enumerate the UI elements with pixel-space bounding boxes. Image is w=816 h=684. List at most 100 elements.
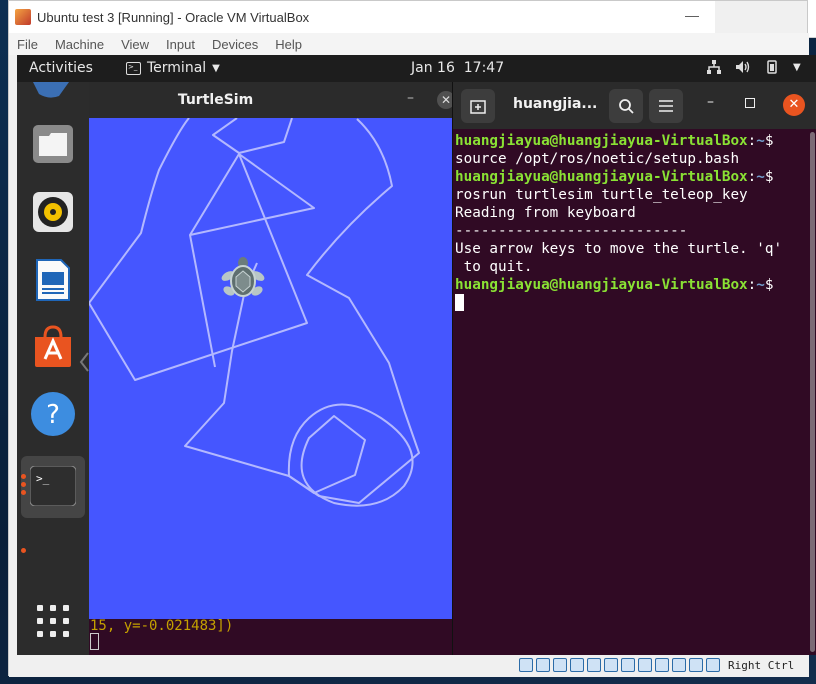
turtle-path [88, 117, 420, 507]
menu-view[interactable]: View [121, 37, 149, 52]
menu-icon [659, 100, 673, 112]
prompt-path: ~ [756, 277, 765, 293]
apps-grid-icon [37, 605, 69, 637]
network-icon [707, 60, 721, 74]
volume-icon [736, 61, 750, 73]
terminal-line: Use arrow keys to move the turtle. 'q' [455, 241, 783, 257]
terminal-minimize-button[interactable]: – [707, 94, 714, 110]
background-terminal-cursor [90, 633, 99, 650]
terminal-scrollbar[interactable] [810, 132, 815, 652]
show-applications-button[interactable] [29, 597, 77, 645]
host-key-label: Right Ctrl [728, 659, 795, 672]
prompt-path: ~ [756, 133, 765, 149]
menu-input[interactable]: Input [166, 37, 195, 52]
search-button[interactable] [609, 89, 643, 123]
usb-icon[interactable] [587, 658, 601, 672]
vbox-window-title: Ubuntu test 3 [Running] - Oracle VM Virt… [37, 9, 310, 25]
vbox-minimize-button[interactable]: — [685, 7, 699, 23]
vbox-status-bar: Right Ctrl [9, 655, 809, 677]
background-terminal-output: 15, y=-0.021483]) [90, 618, 234, 634]
optical-drive-icon[interactable] [536, 658, 550, 672]
running-indicator [21, 490, 26, 495]
chevron-down-icon: ▼ [212, 62, 220, 74]
audio-icon[interactable] [553, 658, 567, 672]
virtualbox-logo-icon [15, 9, 31, 25]
cpu-icon[interactable] [655, 658, 669, 672]
prompt-user: huangjiayua@huangjiayua-VirtualBox [455, 169, 748, 185]
terminal-dock-icon[interactable]: >_ [29, 462, 77, 510]
turtlesim-title: TurtleSim [177, 92, 254, 108]
mouse-integration-icon[interactable] [672, 658, 686, 672]
prompt-sep: : [747, 169, 757, 185]
document-icon [36, 259, 70, 301]
prompt-symbol: $ [764, 169, 774, 185]
prompt-sep: : [747, 133, 757, 149]
hamburger-menu-button[interactable] [649, 89, 683, 123]
turtlesim-canvas [88, 117, 452, 619]
clock-date: Jan 16 [411, 60, 455, 76]
vbox-menubar: File Machine View Input Devices Help [9, 33, 809, 55]
activities-button[interactable]: Activities [29, 60, 93, 76]
turtlesim-titlebar[interactable]: TurtleSim – ✕ [89, 82, 455, 118]
folder-icon [33, 125, 73, 163]
menu-machine[interactable]: Machine [55, 37, 104, 52]
gnome-top-bar: Activities >_ Terminal ▼ Jan 16 17:47 ▼ [17, 55, 816, 82]
system-tray[interactable]: ▼ [707, 60, 801, 74]
menu-devices[interactable]: Devices [212, 37, 258, 52]
network-status-icon[interactable] [570, 658, 584, 672]
thunderbird-icon[interactable] [29, 82, 77, 98]
terminal-line: huangjiayua@huangjiayua-VirtualBox:~$ [455, 168, 807, 186]
clock[interactable]: Jan 16 17:47 [411, 60, 504, 76]
terminal-headerbar[interactable]: huangjia... – ✕ [453, 82, 816, 129]
guest-screen: Activities >_ Terminal ▼ Jan 16 17:47 ▼ … [17, 55, 816, 655]
terminal-maximize-button[interactable] [745, 98, 755, 108]
prompt-symbol: $ [764, 133, 774, 149]
turtlesim-minimize-button[interactable]: – [407, 90, 414, 106]
recording-icon[interactable] [638, 658, 652, 672]
display-icon[interactable] [621, 658, 635, 672]
vbox-status-icons [519, 658, 720, 672]
menu-help[interactable]: Help [275, 37, 302, 52]
hard-disk-icon[interactable] [519, 658, 533, 672]
files-icon[interactable] [29, 120, 77, 168]
help-icon[interactable]: ? [29, 390, 77, 438]
menu-file[interactable]: File [17, 37, 38, 52]
new-tab-button[interactable] [461, 89, 495, 123]
host-key-arrow-icon[interactable] [706, 658, 720, 672]
virtualbox-window: Ubuntu test 3 [Running] - Oracle VM Virt… [8, 0, 816, 677]
app-menu[interactable]: >_ Terminal ▼ [126, 60, 220, 76]
running-indicator [21, 482, 26, 487]
terminal-line: huangjiayua@huangjiayua-VirtualBox:~$ [455, 132, 807, 150]
turtle-icon [221, 257, 265, 297]
keyboard-icon[interactable] [689, 658, 703, 672]
svg-text:>_: >_ [36, 472, 50, 485]
software-icon[interactable] [29, 323, 77, 371]
new-tab-icon [470, 100, 486, 114]
terminal-icon: >_ [126, 61, 141, 75]
writer-icon[interactable] [29, 256, 77, 304]
terminal-line: source /opt/ros/noetic/setup.bash [455, 151, 740, 167]
app-menu-label: Terminal [147, 60, 207, 76]
running-indicator [21, 474, 26, 479]
shared-folders-icon[interactable] [604, 658, 618, 672]
prompt-symbol: $ [764, 277, 774, 293]
terminal-icon: >_ [30, 466, 76, 506]
terminal-line: Reading from keyboard [455, 205, 636, 221]
dock: ? >_ [17, 82, 89, 655]
terminal-line: --------------------------- [455, 223, 688, 239]
terminal-line [455, 294, 807, 313]
chevron-down-icon: ▼ [793, 61, 801, 73]
speaker-icon [33, 192, 73, 232]
question-mark-icon: ? [31, 392, 75, 436]
battery-icon [767, 60, 777, 74]
svg-text:?: ? [46, 400, 60, 430]
terminal-cursor [455, 294, 464, 311]
terminal-window: huangjia... – ✕ huangjiayua@huangjiayua-… [452, 82, 816, 655]
terminal-close-button[interactable]: ✕ [783, 94, 805, 116]
turtlesim-window: TurtleSim – ✕ [88, 82, 455, 655]
rhythmbox-icon[interactable] [29, 188, 77, 236]
terminal-output[interactable]: huangjiayua@huangjiayua-VirtualBox:~$ sou… [455, 132, 807, 313]
prompt-user: huangjiayua@huangjiayua-VirtualBox [455, 133, 748, 149]
terminal-title: huangjia... [513, 96, 598, 112]
search-icon [619, 99, 634, 114]
